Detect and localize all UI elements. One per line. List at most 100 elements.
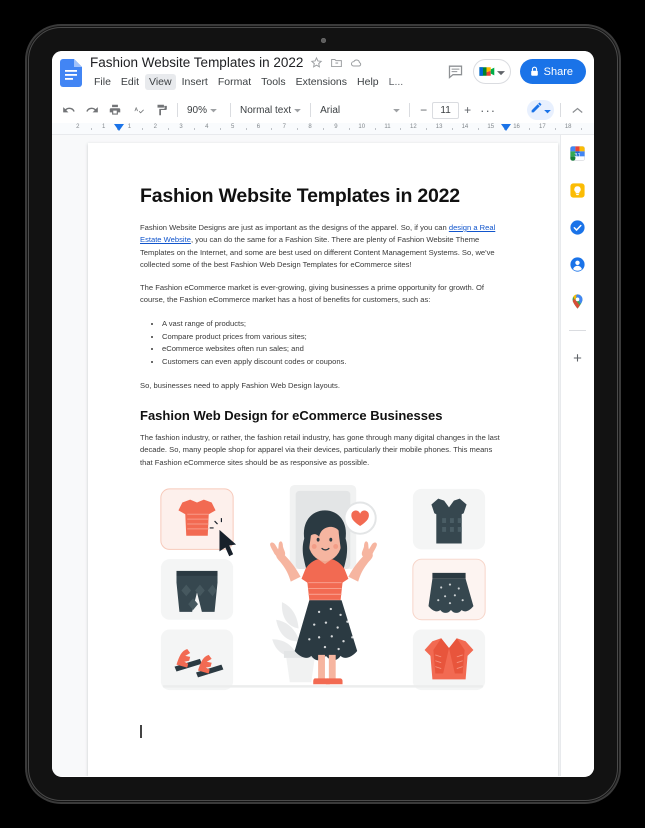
benefits-bullet-list: A vast range of products; Compare produc…: [162, 318, 506, 369]
ruler-tick: [297, 128, 299, 130]
redo-icon[interactable]: [81, 100, 102, 120]
right-indent-marker[interactable]: [501, 124, 512, 131]
ruler-label: 4: [205, 124, 209, 130]
ruler-label: 2: [153, 124, 157, 130]
menu-item-file[interactable]: File: [90, 74, 115, 90]
document-page[interactable]: Fashion Website Templates in 2022 Fashio…: [88, 143, 558, 776]
page-title[interactable]: Fashion Website Templates in 2022: [90, 55, 303, 70]
ruler-tick: [142, 128, 144, 130]
menu-item-format[interactable]: Format: [214, 74, 255, 90]
font-size-decrease-button[interactable]: −: [416, 102, 431, 118]
list-item: eCommerce websites often run sales; and: [162, 343, 506, 356]
sidebar-divider: [569, 330, 586, 331]
paragraph-style-select[interactable]: Normal text: [237, 101, 304, 120]
ruler-tick: [323, 128, 324, 130]
side-panel: 31 +: [560, 135, 594, 776]
document-paragraph-1: Fashion Website Designs are just as impo…: [140, 222, 506, 271]
front-camera-icon: [320, 38, 326, 43]
paint-format-icon[interactable]: [150, 100, 171, 120]
ruler-label: 15: [487, 124, 495, 130]
star-icon[interactable]: [310, 56, 323, 69]
google-meet-button[interactable]: [472, 59, 511, 84]
google-contacts-icon[interactable]: [569, 256, 586, 273]
ruler-label: 16: [513, 124, 520, 130]
svg-text:31: 31: [574, 153, 580, 159]
google-maps-icon[interactable]: [569, 293, 586, 310]
share-button[interactable]: Share: [519, 59, 586, 84]
tablet-screen: Fashion Website Templates in 2022 File E…: [52, 51, 594, 777]
font-size-input[interactable]: 11: [432, 101, 460, 119]
paragraph-style-value: Normal text: [240, 104, 292, 116]
move-to-folder-icon[interactable]: [330, 56, 343, 69]
ruler-tick: [90, 128, 92, 130]
ruler-tick: [452, 128, 454, 130]
ruler-tick: [168, 128, 170, 130]
left-indent-marker[interactable]: [114, 124, 125, 131]
ruler-label: 3: [179, 124, 183, 130]
menu-item-tools[interactable]: Tools: [257, 74, 290, 90]
paragraph-1-text-after-link: , you can do the same for a Fashion Site…: [140, 235, 495, 269]
print-icon[interactable]: [104, 100, 125, 120]
share-button-label: Share: [543, 65, 573, 78]
document-paragraph-3: So, businesses need to apply Fashion Web…: [140, 380, 340, 390]
docs-file-icon[interactable]: [60, 59, 82, 87]
font-family-value: Arial: [320, 104, 341, 116]
ruler-tick: [400, 128, 402, 130]
ruler-tick: [245, 128, 247, 130]
ruler-tick: [555, 128, 557, 130]
list-item: Compare product prices from various site…: [162, 331, 506, 344]
tablet-device-frame: Fashion Website Templates in 2022 File E…: [27, 26, 619, 802]
document-heading-2: Fashion Web Design for eCommerce Busines…: [140, 408, 443, 424]
add-app-button[interactable]: +: [573, 351, 582, 366]
ruler-label: 12: [409, 124, 417, 130]
toolbar-right-group: [527, 100, 588, 120]
google-meet-icon: [478, 65, 495, 78]
document-title-row: Fashion Website Templates in 2022: [90, 55, 363, 70]
cloud-saved-icon[interactable]: [350, 56, 363, 69]
ruler-tick: [426, 128, 428, 130]
menu-item-extensions[interactable]: Extensions: [292, 74, 351, 90]
ruler-label: 2: [76, 124, 80, 130]
ruler-tick: [271, 128, 273, 130]
document-ruler[interactable]: 2 1 1 2 3 4 5 6 7 8 9 10 11 12 13 14 15 16 17 18: [52, 123, 594, 135]
ruler-tick: [581, 128, 583, 130]
google-keep-icon[interactable]: [569, 182, 586, 199]
font-size-increase-button[interactable]: +: [460, 102, 475, 118]
ruler-tick: [477, 128, 479, 130]
chevron-down-icon: [210, 105, 217, 116]
ruler-tick: [529, 128, 531, 130]
ruler-label: 10: [358, 124, 366, 130]
menu-item-insert[interactable]: Insert: [178, 74, 212, 90]
editing-mode-button[interactable]: [527, 100, 554, 120]
toolbar-divider: [310, 103, 312, 117]
menu-item-edit[interactable]: Edit: [117, 74, 143, 90]
menu-bar: File Edit View Insert Format Tools Exten…: [90, 74, 407, 90]
document-heading-1: Fashion Website Templates in 2022: [140, 185, 460, 207]
zoom-level-value: 90%: [187, 104, 208, 116]
google-calendar-icon[interactable]: 31: [569, 145, 586, 162]
text-cursor: [140, 725, 142, 738]
ruler-label: 1: [127, 124, 132, 130]
ruler-tick: [374, 128, 376, 130]
ruler-label: 6: [256, 124, 261, 130]
lock-icon: [530, 66, 539, 77]
chevron-down-icon: [496, 63, 505, 81]
undo-icon[interactable]: [58, 100, 79, 120]
formatting-toolbar: 90% Normal text Arial − 11 + ···: [52, 97, 594, 123]
comment-icon[interactable]: [447, 63, 464, 80]
spellcheck-icon[interactable]: [127, 100, 148, 120]
toolbar-divider: [409, 103, 411, 117]
font-family-select[interactable]: Arial: [317, 101, 403, 120]
menu-item-view[interactable]: View: [145, 74, 176, 90]
toolbar-divider: [560, 103, 561, 117]
toolbar-overflow-button[interactable]: ···: [477, 103, 499, 118]
ruler-label: 18: [564, 124, 572, 130]
docs-header: Fashion Website Templates in 2022 File E…: [52, 51, 594, 97]
ruler-tick: [193, 128, 195, 130]
menu-item-help[interactable]: Help: [353, 74, 383, 90]
chevron-down-icon: [544, 101, 551, 119]
chevron-up-icon[interactable]: [567, 100, 588, 120]
menu-item-overflow[interactable]: L...: [385, 74, 408, 90]
zoom-level-select[interactable]: 90%: [184, 101, 224, 120]
google-tasks-icon[interactable]: [569, 219, 586, 236]
